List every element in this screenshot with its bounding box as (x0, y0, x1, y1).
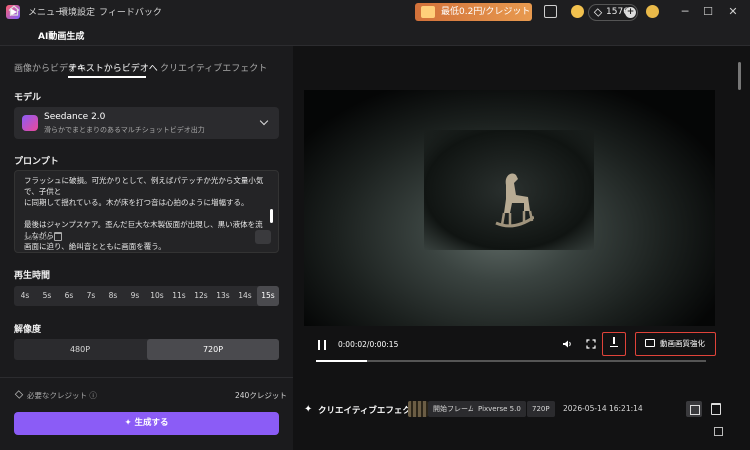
coin-icon[interactable] (571, 5, 584, 18)
clear-prompt-icon[interactable] (54, 232, 62, 241)
promo-text: 最低0.2円/クレジット (441, 7, 531, 17)
tab-text-to-video[interactable]: テキストからビデオへ (68, 61, 158, 74)
progress-fill (316, 360, 367, 362)
sparkle-icon: ✦ (304, 404, 313, 415)
volume-icon[interactable] (562, 339, 572, 349)
prompt-input[interactable]: フラッシュに破損。可光かりとして、例えばパテッチか光から文量小気で、子供と に同… (14, 170, 279, 253)
enhance-icon (645, 339, 655, 347)
prompt-section-label: プロンプト (14, 157, 59, 167)
resolution-option[interactable]: 480P (14, 339, 146, 360)
promo-banner[interactable]: 最低0.2円/クレジット (415, 3, 532, 21)
minimize-button[interactable]: ─ (677, 4, 693, 20)
home-icon[interactable] (8, 5, 20, 16)
model-name: Seedance 2.0 (44, 112, 106, 122)
page-title[interactable]: AI動画生成 (38, 29, 84, 42)
playback-time: 0:00:02/0:00:15 (338, 340, 399, 349)
fullscreen-icon[interactable] (586, 339, 596, 349)
tab-creative-effect[interactable]: クリエイティブエフェクト (160, 61, 267, 74)
duration-selector: 4s 5s 6s 7s 8s 9s 10s 11s 12s 13s 14s 15… (14, 286, 279, 306)
download-icon (610, 337, 618, 347)
duration-option-selected[interactable]: 15s (257, 286, 279, 306)
magic-wand-icon[interactable] (255, 230, 271, 244)
resolution-chip: 720P (527, 401, 555, 417)
required-credits-label: 必要なクレジット ⓘ (27, 391, 97, 400)
model-selector[interactable]: Seedance 2.0 滑らかでまとまりのあるマルチショットビデオ出力 (14, 107, 279, 139)
duration-option[interactable]: 8s (102, 286, 124, 306)
menu-item-feedback[interactable]: フィードバック (99, 5, 162, 18)
duration-option[interactable]: 11s (168, 286, 190, 306)
resolution-section-label: 解像度 (14, 325, 42, 335)
video-preview[interactable] (304, 90, 715, 326)
duration-option[interactable]: 6s (58, 286, 80, 306)
text-cursor (270, 209, 273, 223)
duration-option[interactable]: 4s (14, 286, 36, 306)
notification-icon[interactable] (544, 5, 557, 18)
duration-option[interactable]: 9s (124, 286, 146, 306)
divider (0, 377, 293, 378)
model-chip: Pixverse 5.0 (473, 401, 526, 417)
gift-icon (421, 6, 435, 18)
model-description: 滑らかでまとまりのあるマルチショットビデオ出力 (44, 126, 205, 134)
tab-bar (0, 24, 750, 46)
start-frame-thumbnail[interactable] (408, 401, 428, 417)
enhance-label: 動画画質強化 (660, 339, 705, 348)
generate-button[interactable]: ✦ 生成する (14, 412, 279, 435)
avatar[interactable] (646, 5, 659, 18)
duration-section-label: 再生時間 (14, 271, 51, 281)
duration-option[interactable]: 12s (190, 286, 212, 306)
progress-bar[interactable] (316, 360, 706, 362)
scrollbar[interactable] (738, 62, 741, 90)
result-date: 2026-05-14 16:21:14 (563, 404, 643, 413)
model-section-label: モデル (14, 93, 42, 103)
pause-icon[interactable] (318, 340, 326, 350)
download-button[interactable] (602, 332, 626, 356)
active-tab-underline (68, 76, 146, 78)
duration-option[interactable]: 14s (234, 286, 256, 306)
model-logo-icon (22, 115, 38, 131)
prompt-char-count: 269/500 (24, 234, 52, 242)
copy-icon[interactable] (714, 427, 723, 436)
duration-option[interactable]: 7s (80, 286, 102, 306)
credits-pill[interactable]: 1576 + (588, 4, 638, 21)
duration-option[interactable]: 10s (146, 286, 168, 306)
edit-button[interactable] (686, 401, 702, 417)
delete-icon[interactable] (711, 403, 721, 415)
rocking-horse-figure (495, 173, 534, 228)
duration-option[interactable]: 5s (36, 286, 58, 306)
close-button[interactable]: ✕ (725, 4, 741, 20)
menu-item-settings[interactable]: 環境設定 (59, 5, 95, 18)
result-title: クリエイティブエフェクト (318, 406, 420, 416)
duration-option[interactable]: 13s (212, 286, 234, 306)
resolution-selector: 480P 720P (14, 339, 279, 360)
gem-icon (593, 8, 603, 17)
required-credits-value: 240クレジット (235, 391, 287, 400)
add-credits-icon[interactable]: + (625, 7, 636, 18)
enhance-quality-button[interactable]: 動画画質強化 (635, 332, 716, 356)
resolution-option-selected[interactable]: 720P (147, 339, 279, 360)
maximize-button[interactable]: ☐ (700, 4, 716, 20)
chevron-down-icon (259, 116, 269, 126)
player-controls: 0:00:02/0:00:15 動画画質強化 (304, 326, 716, 372)
